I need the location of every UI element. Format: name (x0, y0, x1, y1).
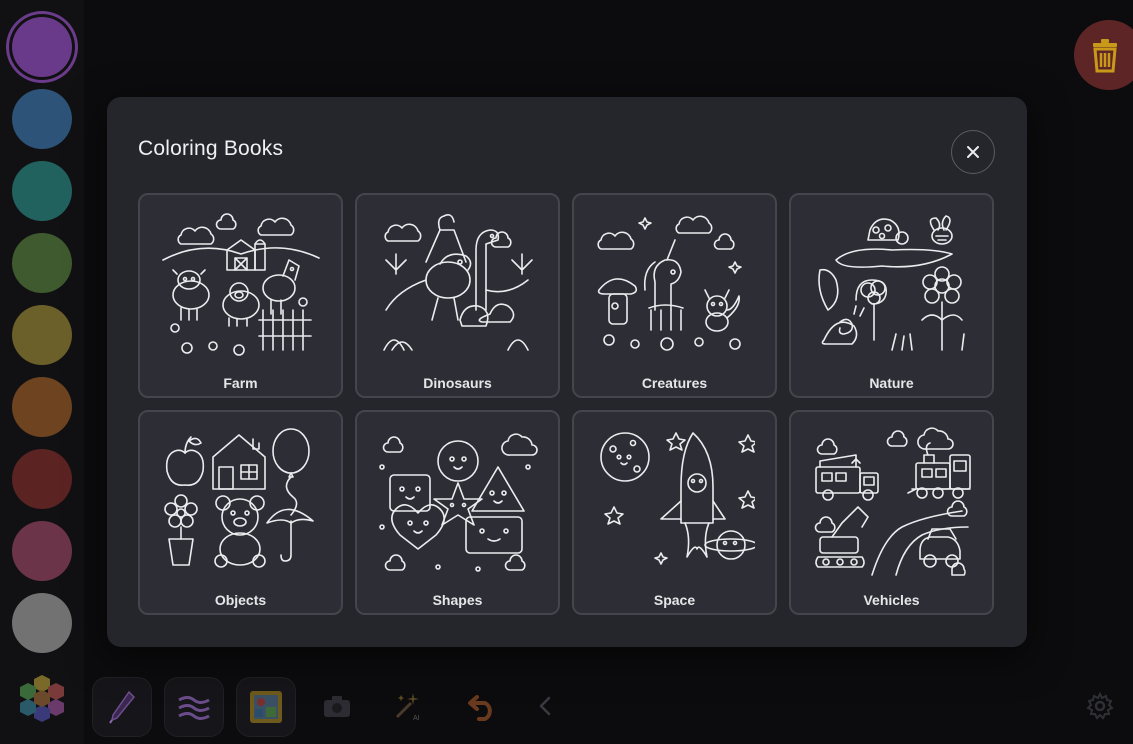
image-gallery-icon (250, 691, 282, 723)
color-swatch-teal[interactable] (12, 161, 72, 221)
color-swatch-gray[interactable] (12, 593, 72, 653)
color-swatch-orange[interactable] (12, 377, 72, 437)
camera-button[interactable] (317, 686, 357, 726)
color-swatch-purple[interactable] (12, 17, 72, 77)
color-swatch-red[interactable] (12, 449, 72, 509)
undo-button[interactable] (463, 686, 503, 726)
book-label: Vehicles (863, 592, 920, 608)
book-label: Nature (869, 375, 914, 391)
pen-icon (109, 690, 136, 724)
book-label: Creatures (641, 375, 708, 391)
magic-wand-ai-icon: AI (395, 693, 420, 722)
creatures-illustration (597, 215, 742, 351)
color-swatch-green[interactable] (12, 233, 72, 293)
nature-illustration (818, 215, 965, 351)
book-card-vehicles[interactable]: Vehicles (789, 410, 994, 615)
clear-canvas-button[interactable] (1074, 20, 1133, 90)
color-wheel-icon[interactable] (16, 673, 68, 723)
app-root: AI Coloring Books Farm Dinosaurs Creatur… (0, 0, 1133, 744)
book-label: Space (653, 592, 696, 608)
ai-badge: AI (413, 715, 420, 722)
book-card-space[interactable]: Space (572, 410, 777, 615)
book-card-farm[interactable]: Farm (138, 193, 343, 398)
pen-tool-button[interactable] (92, 677, 152, 737)
collapse-toolbar-button[interactable] (525, 686, 565, 726)
color-swatch-pink[interactable] (12, 521, 72, 581)
coloring-books-dialog: Coloring Books Farm Dinosaurs Creatures … (107, 97, 1027, 647)
book-label: Objects (214, 592, 267, 608)
shapes-illustration (379, 433, 538, 572)
chevron-left-icon (539, 696, 551, 716)
book-card-nature[interactable]: Nature (789, 193, 994, 398)
settings-button[interactable] (1080, 686, 1120, 726)
farm-illustration (162, 213, 320, 356)
brush-style-button[interactable] (164, 677, 224, 737)
space-illustration (600, 432, 755, 565)
coloring-books-button[interactable] (236, 677, 296, 737)
book-card-objects[interactable]: Objects (138, 410, 343, 615)
waves-icon (178, 696, 210, 720)
color-swatch-yellow[interactable] (12, 305, 72, 365)
book-card-shapes[interactable]: Shapes (355, 410, 560, 615)
dinosaurs-illustration (383, 214, 533, 351)
objects-illustration (164, 428, 314, 568)
book-label: Shapes (432, 592, 483, 608)
color-swatch-blue[interactable] (12, 89, 72, 149)
color-palette (0, 0, 84, 744)
camera-icon (324, 696, 350, 717)
book-card-creatures[interactable]: Creatures (572, 193, 777, 398)
undo-icon (468, 695, 492, 721)
book-card-dinosaurs[interactable]: Dinosaurs (355, 193, 560, 398)
close-icon (967, 146, 979, 158)
book-label: Dinosaurs (423, 375, 492, 391)
vehicles-illustration (814, 427, 971, 576)
dialog-title: Coloring Books (138, 137, 284, 160)
magic-wand-button[interactable]: AI (388, 686, 428, 726)
gear-icon (1086, 692, 1114, 720)
trash-icon (1093, 39, 1117, 73)
book-label: Farm (223, 375, 258, 391)
close-button[interactable] (951, 130, 995, 174)
